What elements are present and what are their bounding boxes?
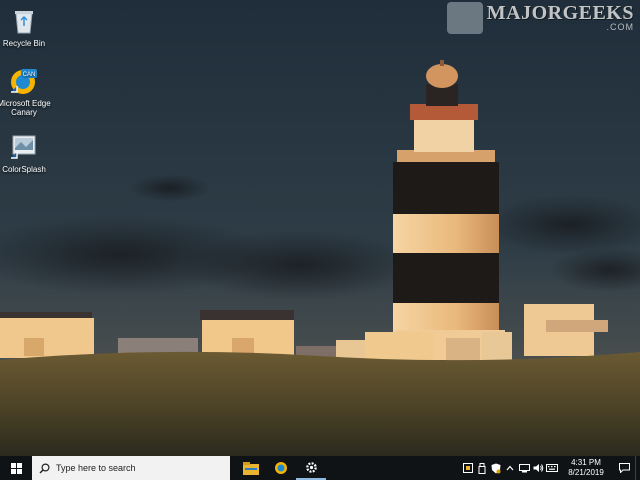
usb-icon[interactable] [475, 456, 489, 480]
tray-app-icon[interactable] [461, 456, 475, 480]
edge-canary-icon [275, 462, 287, 474]
network-icon[interactable] [517, 456, 531, 480]
svg-text:CAN: CAN [23, 72, 36, 78]
desktop-icon-label: Microsoft Edge Canary [0, 99, 51, 117]
windows-logo-icon [10, 462, 22, 474]
desktop-icon-recycle-bin[interactable]: Recycle Bin [0, 6, 56, 48]
notification-icon [618, 463, 630, 473]
majorgeeks-watermark: MAJORGEEKS .COM [446, 2, 634, 34]
edge-canary-icon: CAN [11, 69, 37, 94]
desktop-icon-label: Recycle Bin [2, 39, 46, 48]
show-desktop-button[interactable] [635, 456, 640, 480]
security-shield-icon[interactable] [489, 456, 503, 480]
file-explorer-icon [243, 461, 259, 475]
search-icon [32, 456, 56, 480]
taskbar-file-explorer[interactable] [236, 456, 266, 480]
watermark-logo-icon [446, 2, 483, 34]
desktop-wallpaper [0, 0, 640, 456]
desktop-icon-label: ColorSplash [2, 165, 46, 174]
keyboard-icon[interactable] [545, 456, 559, 480]
chevron-up-icon[interactable] [503, 456, 517, 480]
action-center-button[interactable] [613, 456, 635, 480]
recycle-bin-icon [15, 11, 33, 34]
watermark-text: MAJORGEEKS [486, 2, 634, 24]
taskbar-edge-canary[interactable] [266, 456, 296, 480]
start-button[interactable] [0, 456, 32, 480]
colorsplash-icon [11, 135, 36, 159]
lighthouse-wallpaper [0, 0, 640, 456]
taskbar: Type here to search 4:31 PM 8/21/2019 [0, 456, 640, 480]
taskbar-clock[interactable]: 4:31 PM 8/21/2019 [561, 458, 611, 478]
gear-icon [305, 461, 317, 473]
taskbar-settings[interactable] [296, 456, 326, 480]
clock-date: 8/21/2019 [568, 468, 604, 477]
desktop-icon-colorsplash[interactable]: ColorSplash [0, 132, 56, 174]
taskbar-search-box[interactable]: Type here to search [32, 456, 230, 480]
desktop-icon-edge-canary[interactable]: CAN Microsoft Edge Canary [0, 66, 56, 117]
clock-time: 4:31 PM [571, 458, 601, 467]
volume-icon[interactable] [531, 456, 545, 480]
system-tray: 4:31 PM 8/21/2019 [461, 456, 640, 480]
search-placeholder: Type here to search [56, 463, 136, 473]
